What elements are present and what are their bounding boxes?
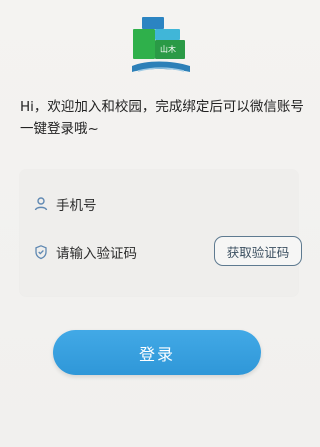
bind-form: 手机号 请输入验证码 <box>20 170 298 296</box>
user-icon <box>32 195 50 213</box>
login-button[interactable]: 登录 <box>53 330 261 375</box>
verification-placeholder: 请输入验证码 <box>56 246 137 262</box>
get-code-button[interactable]: 获取验证码 <box>214 236 302 266</box>
welcome-message: Hi，欢迎加入和校园，完成绑定后可以微信账号一键登录哦~ <box>20 99 304 137</box>
phone-placeholder: 手机号 <box>56 198 97 214</box>
phone-field[interactable]: 手机号 <box>32 186 286 222</box>
logo-badge: 山木 <box>160 45 176 54</box>
school-logo: 山木 <box>126 10 196 76</box>
login-screen: 山木 Hi，欢迎加入和校园，完成绑定后可以微信账号一键登录哦~ 手机号 请输入验… <box>0 0 320 447</box>
shield-icon <box>32 243 50 261</box>
